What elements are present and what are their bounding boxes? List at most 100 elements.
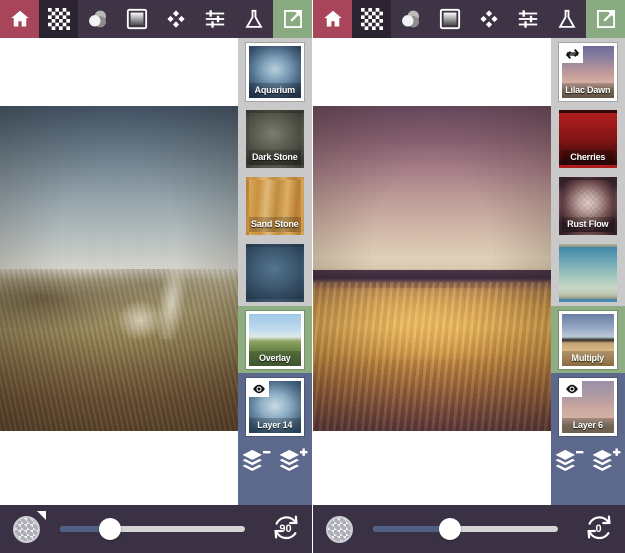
layer-item-label: Layer 14 [248, 417, 301, 433]
gradient-button[interactable] [430, 0, 469, 38]
home-button[interactable] [0, 0, 39, 38]
canvas-area[interactable] [0, 38, 238, 505]
export-button[interactable] [586, 0, 625, 38]
opacity-slider[interactable] [365, 505, 572, 553]
layer-visibility-toggle[interactable] [561, 380, 582, 397]
layer-item[interactable]: Layer 14 [238, 373, 313, 440]
color-swatch-button[interactable] [313, 505, 365, 553]
preset-item-3-thumbnail[interactable] [245, 243, 304, 302]
flask-icon [556, 8, 578, 30]
gradient-button[interactable] [117, 0, 156, 38]
preset-item-3[interactable] [551, 239, 625, 306]
rotate-button[interactable]: 0 [572, 505, 625, 553]
texture-button[interactable] [352, 0, 391, 38]
top-toolbar [313, 0, 625, 38]
swap-arrows-icon[interactable] [561, 45, 583, 63]
preset-item-2[interactable]: Rust Flow [551, 172, 625, 239]
home-icon [322, 8, 344, 30]
preset-item-2-thumbnail[interactable]: Sand Stone [245, 176, 304, 235]
blend-button[interactable] [78, 0, 117, 38]
layer-action-buttons [238, 443, 313, 483]
layers-minus-icon [241, 448, 271, 479]
rotate-button[interactable]: 90 [259, 505, 313, 553]
shape-button[interactable] [469, 0, 508, 38]
export-arrow-icon [595, 8, 617, 30]
adjust-button[interactable] [195, 0, 234, 38]
preset-item-0-label: Lilac Dawn [561, 82, 614, 98]
preset-item-0[interactable]: Aquarium [238, 38, 313, 105]
effects-button[interactable] [547, 0, 586, 38]
effects-button[interactable] [234, 0, 273, 38]
export-button[interactable] [273, 0, 312, 38]
editor-pane-right: Lilac Dawn Cherries Rust Flow Multiply Layer… [312, 0, 625, 553]
add-layer-button[interactable] [591, 447, 621, 478]
slider-track[interactable] [373, 526, 558, 532]
vignette-overlay [313, 106, 551, 431]
flask-icon [243, 8, 265, 30]
texture-button[interactable] [39, 0, 78, 38]
sliders-icon [517, 8, 539, 30]
dune-landscape-photo[interactable] [0, 106, 238, 431]
layer-panel: Lilac Dawn Cherries Rust Flow Multiply Layer… [550, 38, 625, 505]
app-root: Aquarium Dark Stone Sand Stone Overlay Layer… [0, 0, 625, 553]
color-swatch[interactable] [12, 515, 40, 543]
corner-marker-icon [37, 511, 46, 520]
shape-button[interactable] [156, 0, 195, 38]
layer-item-label: Layer 6 [561, 417, 614, 433]
slider-track[interactable] [60, 526, 245, 532]
preset-item-1-thumbnail[interactable]: Cherries [558, 109, 617, 168]
preset-item-0-thumbnail[interactable]: Lilac Dawn [558, 42, 617, 101]
bottom-toolbar: 0 [313, 505, 625, 553]
layer-action-buttons [551, 443, 625, 483]
home-button[interactable] [313, 0, 352, 38]
rotate-value: 90 [279, 522, 292, 535]
checkerboard-icon [360, 8, 383, 30]
preset-item-2[interactable]: Sand Stone [238, 172, 313, 239]
add-layer-button[interactable] [278, 447, 308, 479]
slider-knob[interactable] [98, 518, 121, 540]
preset-item-1[interactable]: Dark Stone [238, 105, 313, 172]
layers-minus-icon [554, 448, 584, 479]
color-swatch[interactable] [325, 515, 353, 543]
preset-item-2-label: Rust Flow [561, 216, 614, 232]
color-swatch-button[interactable] [0, 505, 52, 553]
field-landscape-photo[interactable] [313, 106, 551, 431]
preset-item-0-thumbnail[interactable]: Aquarium [245, 42, 304, 101]
blend-circles-icon [86, 8, 110, 30]
blend-mode-item-label: Overlay [248, 350, 301, 366]
canvas-area[interactable] [313, 38, 551, 505]
export-arrow-icon [282, 8, 304, 30]
top-toolbar [0, 0, 312, 38]
rotate-value: 0 [595, 522, 602, 535]
opacity-slider[interactable] [52, 505, 259, 553]
preset-item-1[interactable]: Cherries [551, 105, 625, 172]
gradient-square-icon [126, 8, 148, 30]
preset-item-1-label: Cherries [561, 149, 614, 165]
preset-item-3[interactable] [238, 239, 313, 306]
blend-mode-item-thumbnail[interactable]: Overlay [245, 310, 304, 369]
diamond-cluster-icon [165, 8, 187, 30]
blend-circles-icon [399, 8, 423, 30]
sliders-icon [204, 8, 226, 30]
preset-item-3-thumbnail[interactable] [558, 243, 617, 302]
slider-knob[interactable] [439, 518, 462, 540]
preset-item-2-thumbnail[interactable]: Rust Flow [558, 176, 617, 235]
blend-mode-item[interactable]: Multiply [551, 306, 625, 373]
layer-item[interactable]: Layer 6 [551, 373, 625, 440]
editor-pane-left: Aquarium Dark Stone Sand Stone Overlay Layer… [0, 0, 312, 553]
blend-mode-item[interactable]: Overlay [238, 306, 313, 373]
blend-button[interactable] [391, 0, 430, 38]
diamond-cluster-icon [478, 8, 500, 30]
layer-item-thumbnail[interactable]: Layer 14 [245, 377, 304, 436]
remove-layer-button[interactable] [554, 448, 584, 478]
preset-item-0[interactable]: Lilac Dawn [551, 38, 625, 105]
adjust-button[interactable] [508, 0, 547, 38]
layer-visibility-toggle[interactable] [248, 380, 269, 397]
preset-item-1-thumbnail[interactable]: Dark Stone [245, 109, 304, 168]
layer-item-thumbnail[interactable]: Layer 6 [558, 377, 617, 436]
blend-mode-item-thumbnail[interactable]: Multiply [558, 310, 617, 369]
remove-layer-button[interactable] [241, 448, 271, 478]
vignette-overlay [0, 106, 238, 431]
preset-item-0-label: Aquarium [248, 82, 301, 98]
layers-plus-icon [278, 447, 308, 479]
